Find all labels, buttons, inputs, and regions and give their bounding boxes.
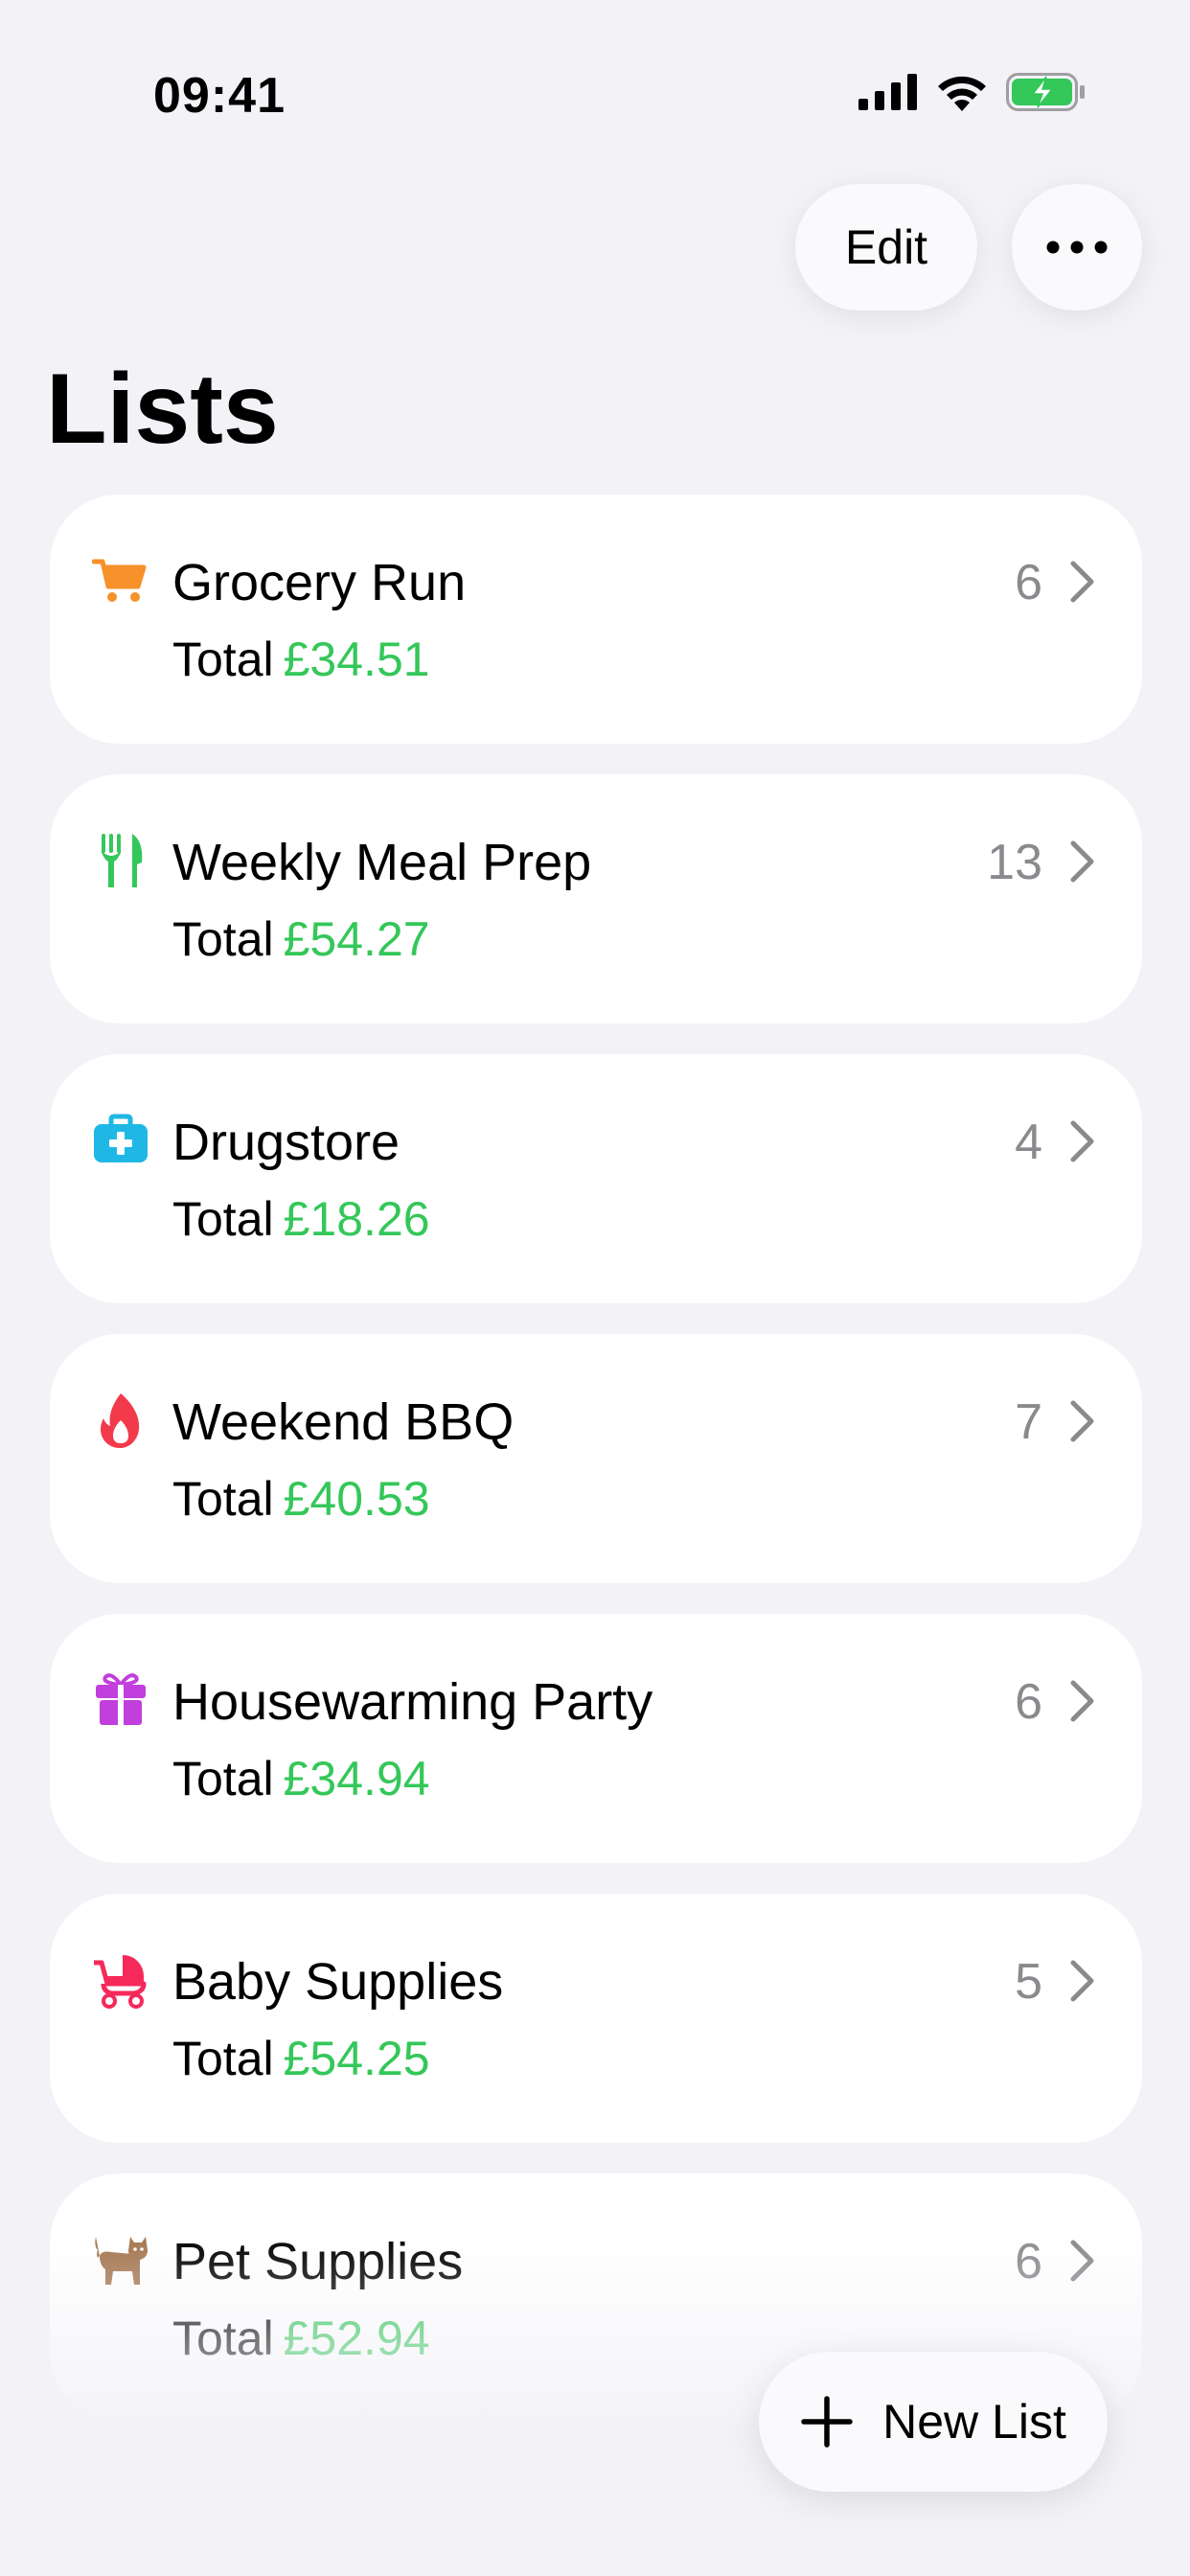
list-name: Housewarming Party [172,1673,653,1731]
list-card-weekend-bbq[interactable]: Weekend BBQ Total £40.53 7 [50,1334,1142,1583]
list-card-housewarming-party[interactable]: Housewarming Party Total £34.94 6 [50,1614,1142,1863]
item-count: 6 [1015,2234,1042,2289]
total-value: £52.94 [283,2312,430,2365]
chevron-right-icon [1070,561,1094,603]
list-total: Total £40.53 [172,1470,430,1528]
fork-knife-icon [102,834,143,887]
chevron-right-icon [1070,1960,1094,2002]
list-name: Weekend BBQ [172,1393,515,1451]
chevron-right-icon [1070,2240,1094,2282]
total-value: £54.25 [283,2032,430,2085]
chevron-right-icon [1070,840,1094,883]
item-count: 6 [1015,555,1042,610]
status-time: 09:41 [153,68,286,124]
list-name: Drugstore [172,1114,400,1171]
cart-icon [92,559,147,602]
page-title: Lists [46,354,279,465]
total-label: Total [172,1752,274,1806]
edit-button-label: Edit [844,220,928,274]
edit-button[interactable]: Edit [795,184,977,310]
list-card-grocery-run[interactable]: Grocery Run Total £34.51 6 [50,494,1142,744]
total-label: Total [172,1472,274,1526]
chevron-right-icon [1070,1400,1094,1442]
total-value: £40.53 [283,1472,430,1526]
cat-icon [95,2237,148,2285]
new-list-button[interactable]: New List [759,2352,1108,2492]
list-name: Baby Supplies [172,1953,504,2011]
total-value: £34.94 [283,1752,430,1806]
status-icons [858,73,1087,111]
list-total: Total £54.27 [172,910,430,968]
gift-icon [96,1673,146,1725]
battery-charging-icon [1006,73,1085,111]
item-count: 7 [1015,1394,1042,1450]
total-label: Total [172,2032,274,2085]
item-count: 4 [1015,1115,1042,1170]
list-total: Total £34.94 [172,1750,430,1807]
chevron-right-icon [1070,1120,1094,1162]
flame-icon [101,1393,140,1448]
total-label: Total [172,912,274,966]
more-button[interactable] [1012,184,1142,310]
list-name: Grocery Run [172,554,467,611]
medical-kit-icon [94,1114,148,1162]
total-value: £34.51 [283,632,430,686]
status-bar: 09:41 [0,0,1190,192]
list-card-weekly-meal-prep[interactable]: Weekly Meal Prep Total £54.27 13 [50,774,1142,1024]
list-total: Total £34.51 [172,631,430,688]
lists-container: Grocery Run Total £34.51 6 Weekly Meal P… [50,494,1142,2453]
total-label: Total [172,1192,274,1246]
list-total: Total £18.26 [172,1190,430,1248]
chevron-right-icon [1070,1680,1094,1722]
list-card-baby-supplies[interactable]: Baby Supplies Total £54.25 5 [50,1894,1142,2143]
total-value: £54.27 [283,912,430,966]
total-label: Total [172,632,274,686]
plus-icon [801,2396,853,2448]
total-label: Total [172,2312,274,2365]
list-total: Total £52.94 [172,2310,430,2367]
list-name: Weekly Meal Prep [172,834,592,891]
ellipsis-icon [1046,241,1108,254]
list-name: Pet Supplies [172,2233,464,2290]
list-card-drugstore[interactable]: Drugstore Total £18.26 4 [50,1054,1142,1303]
list-total: Total £54.25 [172,2030,430,2087]
stroller-icon [94,1955,147,2009]
wifi-icon [938,76,986,111]
total-value: £18.26 [283,1192,430,1246]
item-count: 6 [1015,1674,1042,1730]
cellular-signal-icon [858,74,917,110]
new-list-label: New List [882,2395,1066,2449]
item-count: 5 [1015,1954,1042,2010]
item-count: 13 [987,835,1042,890]
